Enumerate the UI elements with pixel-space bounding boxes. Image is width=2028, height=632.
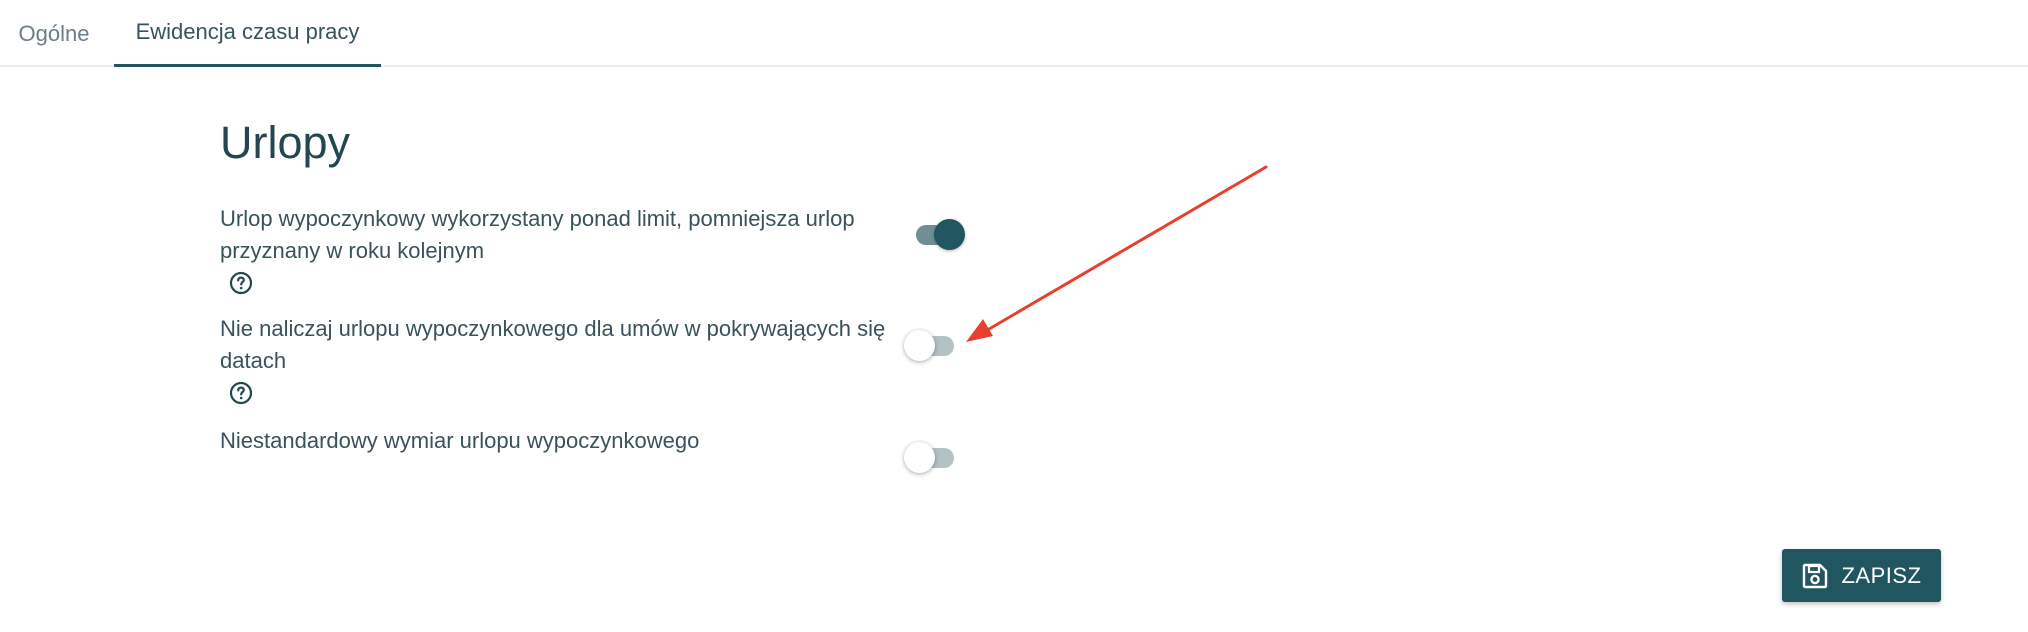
setting-label: Niestandardowy wymiar urlopu wypoczynkow… <box>220 428 700 453</box>
section-title: Urlopy <box>220 117 351 168</box>
setting-label: Nie naliczaj urlopu wypoczynkowego dla u… <box>220 316 886 373</box>
toggle-overlimit[interactable] <box>912 217 965 250</box>
setting-row-overlapping: Nie naliczaj urlopu wypoczynkowego dla u… <box>220 313 900 410</box>
toggle-thumb <box>934 219 965 250</box>
save-button-label: ZAPISZ <box>1841 562 1922 588</box>
tab-time-tracking[interactable]: Ewidencja czasu pracy <box>114 0 381 67</box>
tab-general[interactable]: Ogólne <box>0 0 108 67</box>
save-button[interactable]: ZAPISZ <box>1782 549 1941 602</box>
tab-bar: Ogólne Ewidencja czasu pracy <box>0 0 2028 67</box>
help-icon[interactable] <box>229 381 253 405</box>
toggle-thumb <box>904 442 935 473</box>
floppy-disk-icon <box>1801 562 1829 590</box>
setting-row-custom-dimension: Niestandardowy wymiar urlopu wypoczynkow… <box>220 425 900 457</box>
toggle-thumb <box>904 330 935 361</box>
help-icon[interactable] <box>229 271 253 295</box>
toggle-custom-dimension[interactable] <box>904 440 956 473</box>
setting-row-overlimit: Urlop wypoczynkowy wykorzystany ponad li… <box>220 203 900 300</box>
toggle-overlapping[interactable] <box>904 328 956 361</box>
setting-label: Urlop wypoczynkowy wykorzystany ponad li… <box>220 206 855 263</box>
